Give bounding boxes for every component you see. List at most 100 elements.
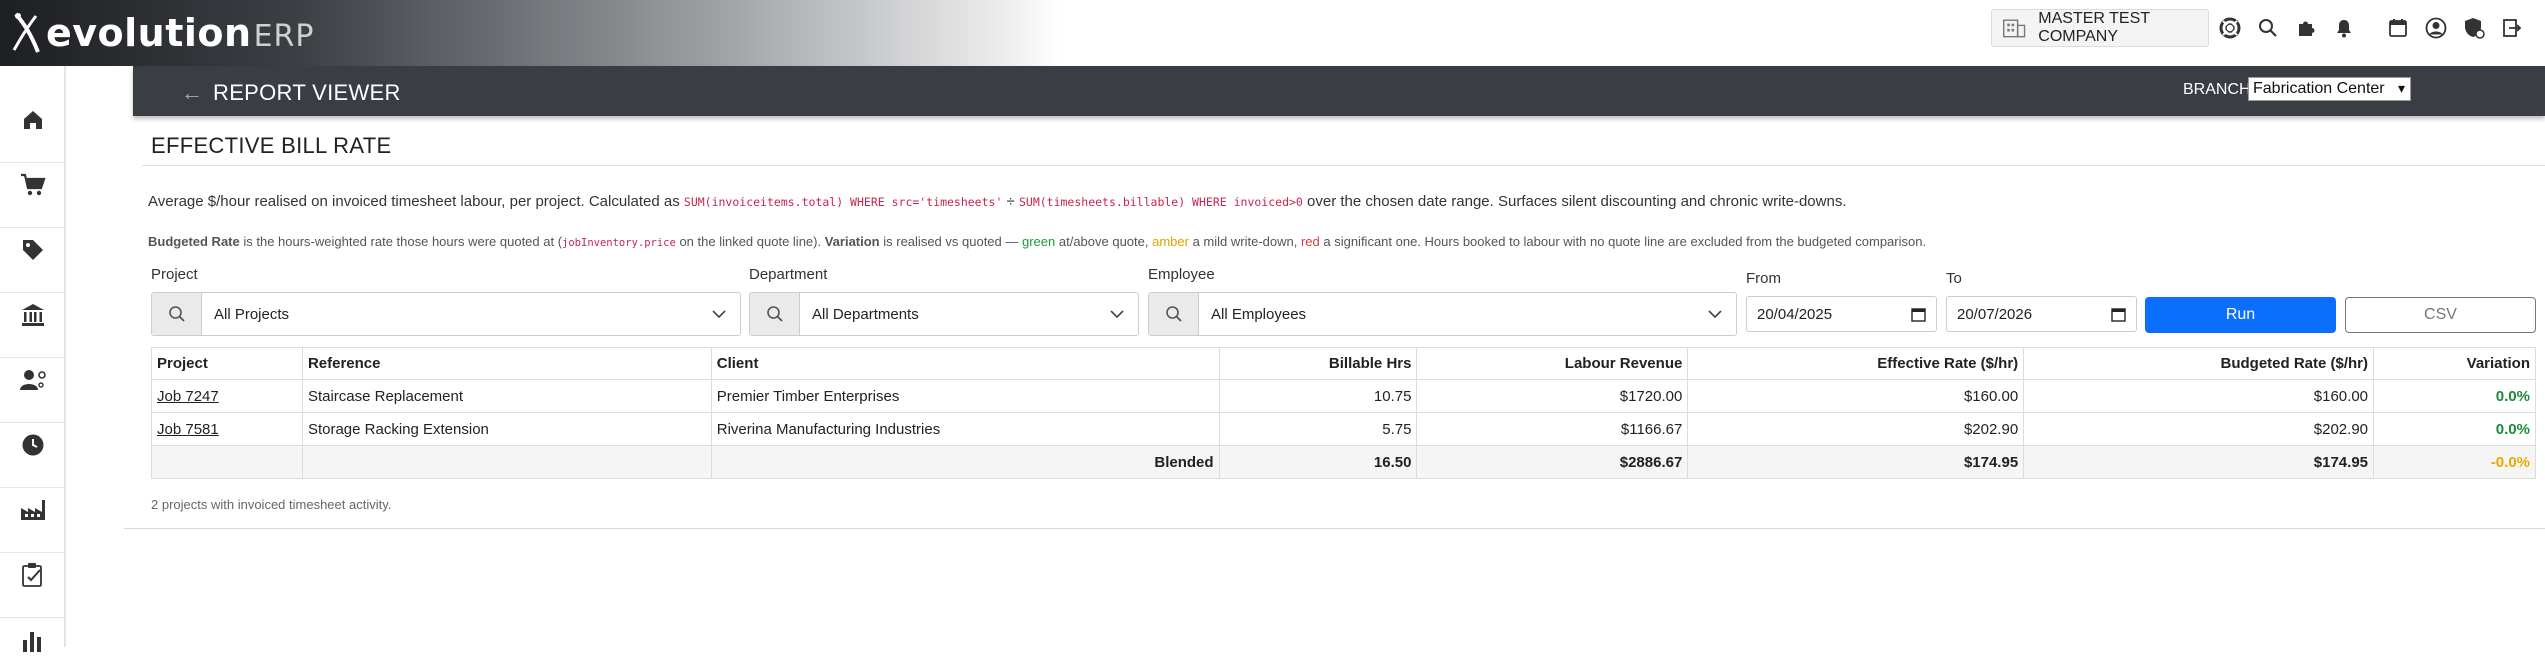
report-description: Average $/hour realised on invoiced time… [148,193,1847,210]
hours-cell: 10.75 [1218,379,1418,413]
branch-label: BRANCH: [2183,81,2256,98]
run-button[interactable]: Run [2145,297,2336,333]
table-header-row: Project Reference Client Billable Hrs La… [151,347,2536,380]
logout-icon[interactable] [2500,16,2524,40]
to-date-value: 20/07/2026 [1957,305,2033,323]
chart-icon[interactable] [13,620,53,660]
table-row: Job 7581 Storage Racking Extension River… [151,412,2536,446]
report-viewer-bar: ← REPORT VIEWER BRANCH: Fabrication Cent… [133,66,2545,116]
report-legend-note: Budgeted Rate is the hours-weighted rate… [148,234,1927,249]
calendar-icon[interactable] [2386,16,2410,40]
budgeted-rate-cell: $160.00 [2023,379,2375,413]
to-date-input[interactable]: 20/07/2026 [1946,296,2137,332]
column-header[interactable]: Project [151,347,303,380]
logo-text: evolution [46,11,252,55]
effective-rate-cell: $202.90 [1687,412,2025,446]
client-cell: Riverina Manufacturing Industries [710,412,1220,446]
user-settings-icon[interactable] [13,360,53,400]
cart-icon[interactable] [13,165,53,205]
from-date-input[interactable]: 20/04/2025 [1746,296,1937,332]
search-icon[interactable] [750,293,800,335]
report-table: Project Reference Client Billable Hrs La… [151,347,2536,479]
blended-budgeted-rate-cell: $174.95 [2023,445,2375,479]
chevron-down-icon: ▾ [2397,80,2405,96]
column-header[interactable]: Labour Revenue [1416,347,1689,380]
project-value: All Projects [214,305,290,323]
variation-cell: 0.0% [2373,412,2536,446]
report-viewer-title: REPORT VIEWER [213,80,401,105]
search-icon[interactable] [152,293,202,335]
department-value: All Departments [812,305,919,323]
total-revenue-cell: $2886.67 [1416,445,1689,479]
puzzle-icon[interactable] [2294,16,2318,40]
support-icon[interactable] [2218,16,2242,40]
table-footer-row: Blended 16.50 $2886.67 $174.95 $174.95 -… [151,445,2536,479]
total-hours-cell: 16.50 [1218,445,1418,479]
logo[interactable]: evolution ERP [10,10,314,56]
shield-icon[interactable] [2462,16,2486,40]
employee-value: All Employees [1211,305,1307,323]
user-icon[interactable] [2424,16,2448,40]
column-header[interactable]: Effective Rate ($/hr) [1687,347,2025,380]
employee-label: Employee [1148,266,1215,283]
page-title: EFFECTIVE BILL RATE [151,133,392,158]
column-header[interactable]: Reference [301,347,712,380]
client-cell: Premier Timber Enterprises [710,379,1220,413]
blended-effective-rate-cell: $174.95 [1687,445,2025,479]
table-row: Job 7247 Staircase Replacement Premier T… [151,379,2536,413]
revenue-cell: $1720.00 [1416,379,1689,413]
bottom-divider [124,528,2545,529]
top-icons [2218,16,2538,40]
factory-icon[interactable] [13,490,53,530]
blended-label: Blended [710,445,1220,479]
project-link[interactable]: Job 7247 [157,388,219,405]
chevron-down-icon [1708,309,1722,318]
chevron-down-icon [1110,309,1124,318]
logo-mark-icon [12,12,40,53]
to-label: To [1946,270,1962,287]
employee-select[interactable]: All Employees [1148,292,1737,336]
csv-button[interactable]: CSV [2345,297,2536,333]
clock-icon[interactable] [13,425,53,465]
branch-select[interactable]: Fabrication Center ▾ [2248,77,2411,101]
effective-rate-cell: $160.00 [1687,379,2025,413]
column-header[interactable]: Billable Hrs [1218,347,1418,380]
calendar-icon[interactable] [1911,307,1926,322]
variation-cell: 0.0% [2373,379,2536,413]
bell-icon[interactable] [2332,16,2356,40]
project-label: Project [151,266,198,283]
footnote: 2 projects with invoiced timesheet activ… [151,497,392,512]
reference-cell: Staircase Replacement [301,379,712,413]
search-icon[interactable] [2256,16,2280,40]
branch-value: Fabrication Center [2253,80,2385,97]
checklist-icon[interactable] [13,555,53,595]
home-icon[interactable] [13,100,53,140]
tag-icon[interactable] [13,230,53,270]
column-header[interactable]: Budgeted Rate ($/hr) [2023,347,2375,380]
column-header[interactable]: Variation [2373,347,2536,380]
department-select[interactable]: All Departments [749,292,1139,336]
department-label: Department [749,266,828,283]
building-icon [2003,19,2026,38]
column-header[interactable]: Client [710,347,1220,380]
project-link[interactable]: Job 7581 [157,421,219,438]
company-name: MASTER TEST COMPANY [2038,10,2150,45]
chevron-down-icon [712,309,726,318]
revenue-cell: $1166.67 [1416,412,1689,446]
title-divider [142,165,2545,166]
company-selector[interactable]: MASTER TEST COMPANY [1991,9,2209,47]
blended-variation-cell: -0.0% [2373,445,2536,479]
from-label: From [1746,270,1781,287]
project-select[interactable]: All Projects [151,292,741,336]
calendar-icon[interactable] [2111,307,2126,322]
from-date-value: 20/04/2025 [1757,305,1833,323]
logo-suffix: ERP [253,18,315,54]
search-icon[interactable] [1149,293,1199,335]
sidebar [0,66,66,652]
reference-cell: Storage Racking Extension [301,412,712,446]
budgeted-rate-cell: $202.90 [2023,412,2375,446]
bank-icon[interactable] [13,295,53,335]
top-bar: evolution ERP MASTER TEST COMPANY [0,0,2545,66]
hours-cell: 5.75 [1218,412,1418,446]
back-arrow-icon[interactable]: ← [181,80,203,106]
